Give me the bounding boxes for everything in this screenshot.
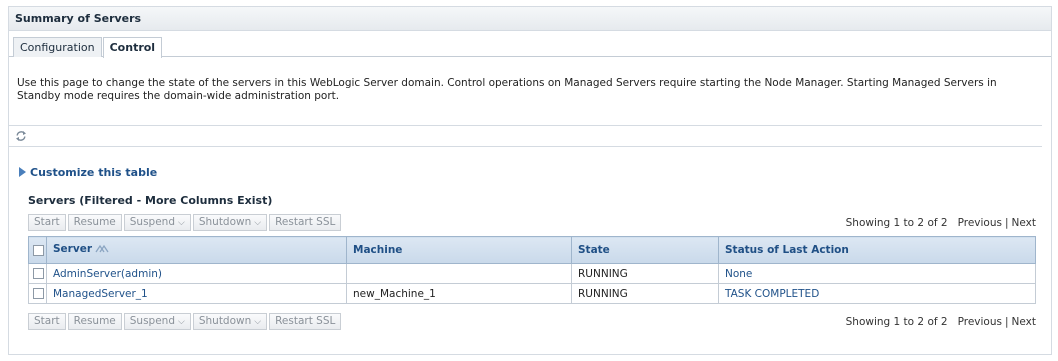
- state-cell: RUNNING: [571, 263, 719, 284]
- shutdown-button[interactable]: Shutdown ⌵: [192, 313, 268, 330]
- previous-link[interactable]: Previous: [958, 316, 1002, 328]
- status-link[interactable]: TASK COMPLETED: [725, 288, 819, 300]
- pager-separator: |: [1004, 316, 1009, 328]
- tab-configuration[interactable]: Configuration: [13, 37, 102, 57]
- pager: Showing 1 to 2 of 2 Previous | Next: [846, 217, 1036, 229]
- row-select-cell: [28, 263, 47, 284]
- shutdown-label: Shutdown: [198, 315, 252, 327]
- column-state[interactable]: State: [571, 236, 719, 264]
- machine-cell: new_Machine_1: [346, 283, 572, 304]
- customize-label: Customize this table: [30, 166, 158, 179]
- row-checkbox[interactable]: [33, 288, 44, 299]
- chevron-down-icon: ⌵: [254, 317, 262, 327]
- suspend-button[interactable]: Suspend ⌵: [123, 214, 191, 231]
- refresh-bar: [9, 125, 1042, 147]
- restart-ssl-button[interactable]: Restart SSL: [269, 313, 342, 330]
- status-cell: TASK COMPLETED: [718, 283, 1036, 304]
- row-select-cell: [28, 283, 47, 304]
- suspend-button[interactable]: Suspend ⌵: [123, 313, 191, 330]
- chevron-down-icon: ⌵: [254, 218, 262, 228]
- customize-table-link[interactable]: Customize this table: [19, 166, 157, 179]
- start-button[interactable]: Start: [28, 313, 66, 330]
- pager-separator: |: [1004, 217, 1009, 229]
- next-link[interactable]: Next: [1012, 316, 1036, 328]
- restart-ssl-button[interactable]: Restart SSL: [269, 214, 342, 231]
- control-bar-top: Start Resume Suspend ⌵ Shutdown ⌵ Restart SSL …: [28, 214, 1036, 234]
- machine-cell: [346, 263, 572, 284]
- next-link[interactable]: Next: [1012, 217, 1036, 229]
- suspend-label: Suspend: [129, 315, 176, 327]
- chevron-down-icon: ⌵: [178, 218, 185, 228]
- chevron-down-icon: ⌵: [178, 317, 185, 327]
- server-cell: ManagedServer_1: [46, 283, 347, 304]
- pager-showing: Showing 1 to 2 of 2: [845, 217, 948, 229]
- page-description: Use this page to change the state of the…: [17, 77, 997, 102]
- state-cell: RUNNING: [571, 283, 719, 304]
- start-button[interactable]: Start: [28, 214, 66, 231]
- row-checkbox[interactable]: [33, 268, 44, 279]
- expand-triangle-icon: [19, 167, 26, 177]
- resume-button[interactable]: Resume: [67, 214, 122, 231]
- server-link[interactable]: AdminServer(admin): [53, 268, 162, 280]
- table-title: Servers (Filtered - More Columns Exist): [28, 194, 273, 207]
- refresh-icon[interactable]: [15, 130, 27, 142]
- servers-table: Server Machine State Status of Last Acti…: [28, 236, 1036, 304]
- select-all-checkbox[interactable]: [33, 244, 44, 256]
- control-bar-bottom: Start Resume Suspend ⌵ Shutdown ⌵ Restart SSL …: [28, 313, 1036, 333]
- table-header-row: Server Machine State Status of Last Acti…: [28, 236, 1036, 264]
- status-cell: None: [718, 263, 1036, 284]
- column-machine[interactable]: Machine: [346, 236, 572, 264]
- sort-ascending-icon[interactable]: [95, 244, 109, 257]
- select-all-cell: [28, 236, 47, 264]
- pager: Showing 1 to 2 of 2 Previous | Next: [846, 316, 1036, 328]
- table-row: ManagedServer_1 new_Machine_1 RUNNING TA…: [28, 283, 1036, 304]
- tab-bar: Configuration Control: [9, 31, 1051, 58]
- status-link[interactable]: None: [725, 268, 752, 280]
- tab-control[interactable]: Control: [102, 37, 163, 58]
- column-server[interactable]: Server: [46, 236, 347, 264]
- previous-link[interactable]: Previous: [958, 217, 1002, 229]
- resume-button[interactable]: Resume: [67, 313, 122, 330]
- server-link[interactable]: ManagedServer_1: [53, 288, 148, 300]
- shutdown-button[interactable]: Shutdown ⌵: [192, 214, 268, 231]
- shutdown-label: Shutdown: [198, 216, 252, 228]
- server-cell: AdminServer(admin): [46, 263, 347, 284]
- column-status[interactable]: Status of Last Action: [718, 236, 1036, 264]
- page-title: Summary of Servers: [9, 7, 1051, 31]
- pager-showing: Showing 1 to 2 of 2: [845, 316, 948, 328]
- table-row: AdminServer(admin) RUNNING None: [28, 263, 1036, 284]
- suspend-label: Suspend: [129, 216, 176, 228]
- column-server-label: Server: [53, 243, 93, 255]
